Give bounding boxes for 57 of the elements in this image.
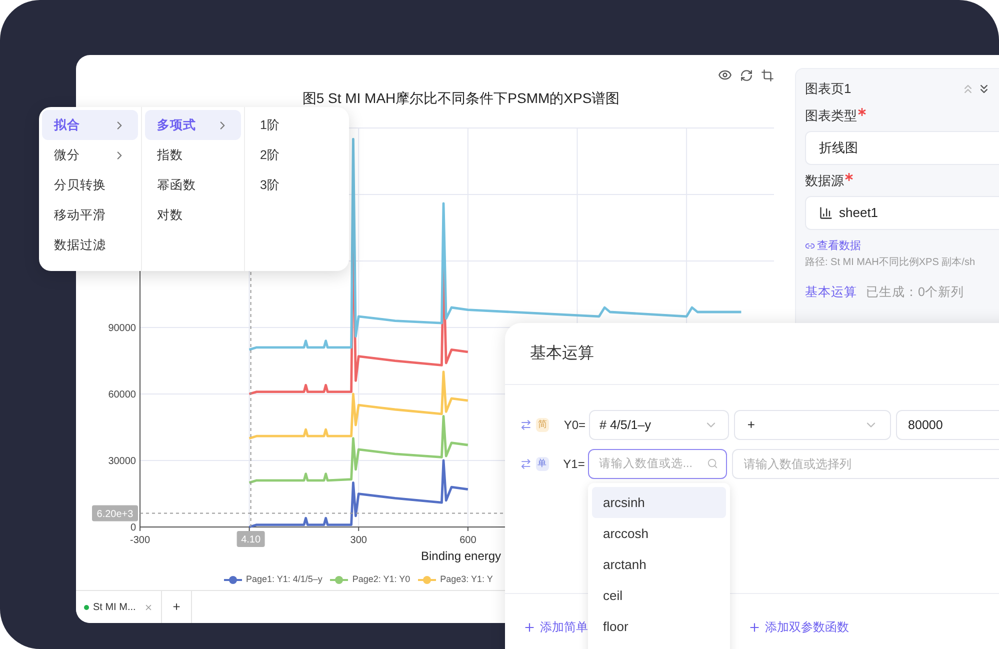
menu-item[interactable]: 拟合 [42,110,138,140]
operator-select[interactable]: + [734,410,892,440]
menu-item[interactable]: 分贝转换 [42,170,138,200]
add-tab-button[interactable]: + [162,591,192,623]
menu-item[interactable]: 2阶 [248,140,345,170]
legend-label: Page3: Y1: Y [440,573,493,586]
y-tick-label: 90000 [108,323,136,334]
basic-operation-link[interactable]: 基本运算 [805,282,857,302]
field-label: 图表类型 [805,107,857,126]
ref-line-label: 4.10 [241,534,261,546]
status-text: 已生成：0个新列 [866,284,964,300]
menu-item[interactable]: 微分 [42,140,138,170]
menu-item[interactable]: 幂函数 [145,170,241,200]
menu-item[interactable]: 移动平滑 [42,200,138,230]
x-tick-label: -300 [130,535,150,546]
type-tag: 单 [536,457,549,471]
dropdown-option[interactable]: arctanh [592,549,726,580]
legend-label: Page2: Y1: Y0 [352,573,410,586]
dropdown-option[interactable]: arccosh [592,518,726,549]
type-tag: 简 [536,418,549,432]
add-function-button[interactable]: 添加简单 [523,618,588,636]
menu-item[interactable]: 3阶 [248,170,345,200]
add-function-button[interactable]: 添加双参数函数 [748,618,849,636]
dropdown-option[interactable]: arcsinh [592,487,726,518]
x-tick-label: 600 [460,535,476,546]
tab-label: St MI M... [93,600,136,614]
y-tick-label: 60000 [108,390,136,400]
value-field[interactable]: 80000 [896,410,999,440]
menu-item[interactable]: 对数 [145,200,241,230]
y-tick-label: 30000 [108,456,136,467]
sheet-tab[interactable]: St MI M... [76,591,162,623]
function-search-field[interactable]: 请输入数值或选... [588,449,726,479]
dropdown-option[interactable]: ceil [592,580,726,611]
dialog-title: 基本运算 [530,344,594,364]
menu-item[interactable]: 1阶 [248,110,345,140]
column-select[interactable]: # 4/5/1–y [588,410,730,440]
crosshair-label: 4.10 [236,531,265,547]
path-text: 路径: St MI MAH不同比例XPS 副本/sh [805,256,976,270]
y-tick-label: 0 [130,522,136,534]
chart-title: 图5 St MI MAH摩尔比不同条件下PSMM的XPS谱图 [302,90,620,106]
data-source-field[interactable]: sheet1 [805,196,999,230]
variable-label: Y1= [562,456,586,473]
value-field[interactable]: 请输入数值或选择列 [732,449,999,479]
x-tick-label: 300 [350,535,367,546]
x-axis-label: Binding energy [421,549,502,563]
dropdown-option[interactable]: floor [592,611,726,642]
menu-item[interactable]: 指数 [145,140,241,170]
menu-item[interactable]: 数据过滤 [42,230,138,260]
card-title: 图表页1 [805,80,852,98]
crosshair-label: 6.20e+3 [92,505,138,522]
legend-label: Page1: Y1: 4/1/5–y [246,573,322,586]
view-data-link[interactable]: 查看数据 [817,238,861,254]
ref-line-label: 6.20e+3 [96,508,134,520]
field-label: 数据源 [805,172,844,190]
menu-item[interactable]: 多项式 [145,110,241,140]
chart-type-select[interactable]: 折线图 [805,131,999,165]
variable-label: Y0= [562,417,587,434]
